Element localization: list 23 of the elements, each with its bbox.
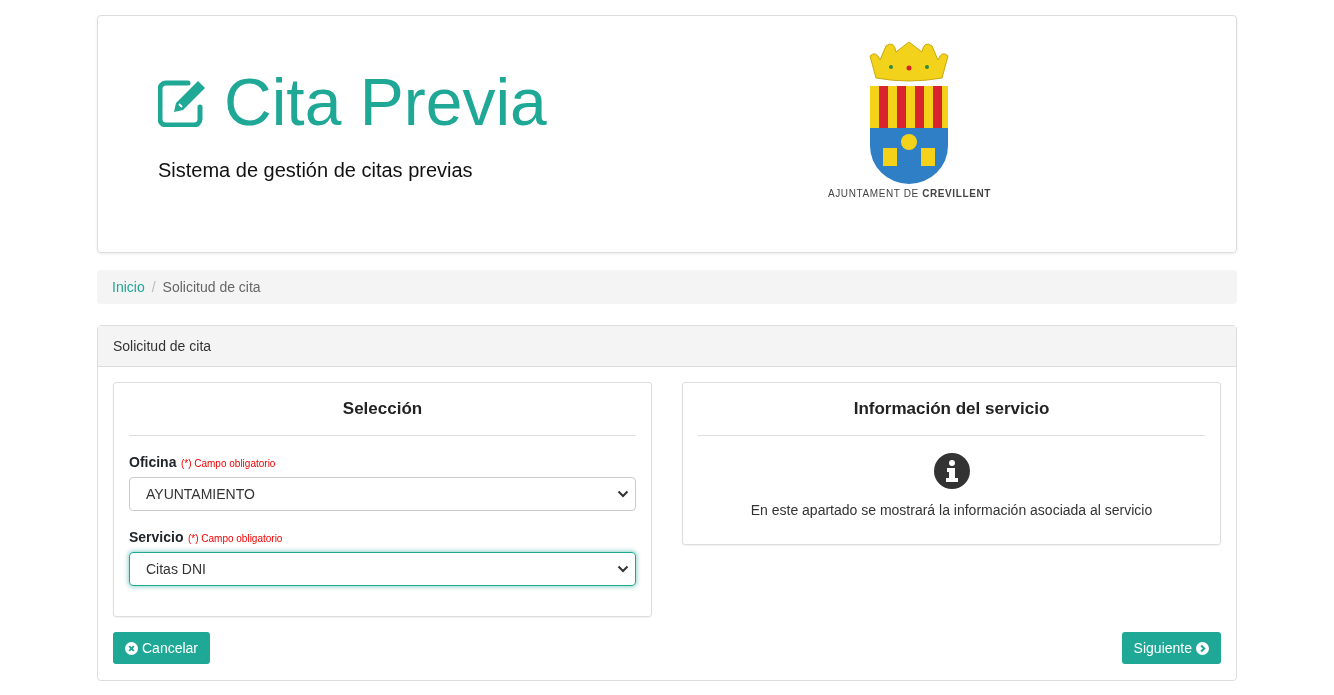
chevron-right-icon bbox=[1196, 641, 1209, 655]
breadcrumb-current: Solicitud de cita bbox=[162, 279, 261, 295]
chevron-down-icon bbox=[617, 490, 629, 498]
close-icon bbox=[125, 641, 138, 655]
logo-caption: AJUNTAMENT DE CREVILLENT bbox=[828, 188, 991, 199]
subtitle: Sistema de gestión de citas previas bbox=[158, 158, 474, 182]
field-label: Servicio bbox=[129, 529, 184, 545]
chevron-down-icon bbox=[617, 565, 629, 573]
cancel-button[interactable]: Cancelar bbox=[113, 632, 211, 664]
card-title: Selección bbox=[341, 399, 424, 419]
info-icon bbox=[933, 453, 970, 489]
info-text: En este apartado se mostrará la información asociada al servicio bbox=[749, 502, 1154, 518]
next-button[interactable]: Siguiente bbox=[1121, 632, 1221, 664]
breadcrumb-separator: / bbox=[151, 279, 156, 295]
required-note: (*) Campo obligatorio bbox=[187, 533, 283, 544]
card-title: Información del servicio bbox=[852, 399, 1051, 419]
select-field[interactable]: Citas DNI bbox=[129, 552, 636, 586]
field-label: Oficina bbox=[129, 454, 177, 470]
breadcrumb-link[interactable]: Inicio bbox=[112, 279, 145, 295]
panel-title: Solicitud de cita bbox=[113, 338, 212, 354]
select-field[interactable]: AYUNTAMIENTO bbox=[129, 477, 636, 511]
required-note: (*) Campo obligatorio bbox=[180, 458, 276, 469]
page-title: Cita Previa bbox=[224, 66, 547, 139]
